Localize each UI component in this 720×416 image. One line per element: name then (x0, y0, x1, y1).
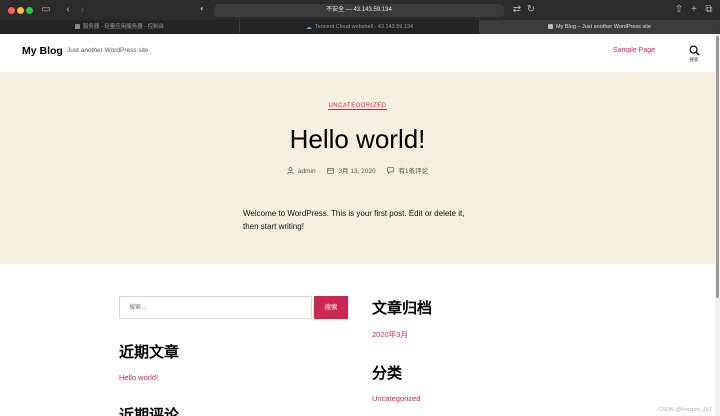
user-icon (287, 167, 294, 175)
post-author: admin (287, 167, 316, 175)
comments-link[interactable]: 有1条评论 (398, 168, 428, 175)
minimize-window-button[interactable] (17, 7, 24, 14)
privacy-shield-icon[interactable]: ◐ (200, 4, 205, 13)
recent-post-link[interactable]: Hello world! (119, 373, 158, 382)
tab-webshell[interactable]: ☁ Tencent Cloud webshell - 43.143.59.134 (240, 20, 480, 34)
post-hero: UNCATEGORIZED Hello world! admin 3月 13, … (0, 72, 715, 264)
post-comments: 有1条评论 (387, 165, 428, 175)
tab-overview-icon[interactable]: ⧉ (704, 4, 714, 16)
archive-link[interactable]: 2020年3月 (372, 329, 408, 340)
scrollbar-thumb[interactable] (716, 36, 719, 298)
close-window-button[interactable] (8, 7, 15, 14)
site-header: My Blog Just another WordPress site Samp… (0, 34, 715, 72)
post-meta: admin 3月 13, 2020 有1条评论 (0, 165, 715, 175)
tab-favicon-icon (74, 23, 80, 29)
reload-icon[interactable]: ↻ (526, 4, 536, 16)
watermark: CSDN @Horizon_157 (658, 407, 712, 413)
tab-console[interactable]: 服务器 - 轻量应用服务器 - 控制台 (0, 20, 240, 34)
translate-icon[interactable]: ⇄ (512, 4, 522, 16)
category-widget-link[interactable]: Uncategorized (372, 394, 420, 403)
back-icon[interactable]: ‹ (64, 4, 72, 16)
nav-sample-page-link[interactable]: Sample Page (613, 47, 655, 54)
address-bar[interactable]: 不安全 — 43.143.59.134 (214, 4, 504, 17)
author-link[interactable]: admin (298, 168, 316, 175)
site-description: Just another WordPress site (67, 47, 149, 54)
date-link[interactable]: 3月 13, 2020 (338, 168, 375, 175)
forward-icon[interactable]: › (78, 4, 86, 16)
calendar-icon (327, 168, 335, 174)
post-category: UNCATEGORIZED (0, 103, 715, 110)
site-title[interactable]: My Blog (22, 45, 63, 57)
widget-area: 搜索 近期文章 Hello world! 近期评论 文章归档 2020年3月 分… (0, 264, 715, 416)
sidebar-icon[interactable]: ▭ (40, 4, 52, 16)
widget-search-button[interactable]: 搜索 (314, 296, 348, 319)
browser-chrome: ▭ ‹ › ◐ 不安全 — 43.143.59.134 ⇄ ↻ ⇧ + ⧉ 服务… (0, 0, 720, 34)
recent-posts-title: 近期文章 (119, 344, 180, 361)
comment-icon (387, 167, 395, 175)
search-toggle-label: 搜索 (689, 57, 699, 62)
new-tab-icon[interactable]: + (689, 4, 699, 16)
post-date: 3月 13, 2020 (327, 165, 376, 175)
recent-comments-title: 近期评论 (119, 407, 180, 416)
search-toggle-button[interactable]: 搜索 (684, 45, 704, 67)
categories-title: 分类 (372, 365, 403, 382)
zoom-window-button[interactable] (26, 7, 33, 14)
browser-toolbar: ▭ ‹ › ◐ 不安全 — 43.143.59.134 ⇄ ↻ ⇧ + ⧉ (0, 0, 720, 20)
tab-bar: 服务器 - 轻量应用服务器 - 控制台 ☁ Tencent Cloud websh… (0, 20, 720, 34)
archives-title: 文章归档 (372, 300, 433, 317)
share-icon[interactable]: ⇧ (674, 4, 684, 16)
category-link[interactable]: UNCATEGORIZED (328, 103, 387, 110)
widget-search-input[interactable] (119, 296, 312, 319)
wordpress-favicon-icon (548, 23, 554, 29)
post-title[interactable]: Hello world! (0, 124, 715, 155)
tab-my-blog[interactable]: My Blog – Just another WordPress site (480, 20, 720, 34)
cloud-favicon-icon: ☁ (305, 24, 312, 31)
search-icon (689, 45, 700, 56)
post-content: Welcome to WordPress. This is your first… (243, 209, 465, 231)
